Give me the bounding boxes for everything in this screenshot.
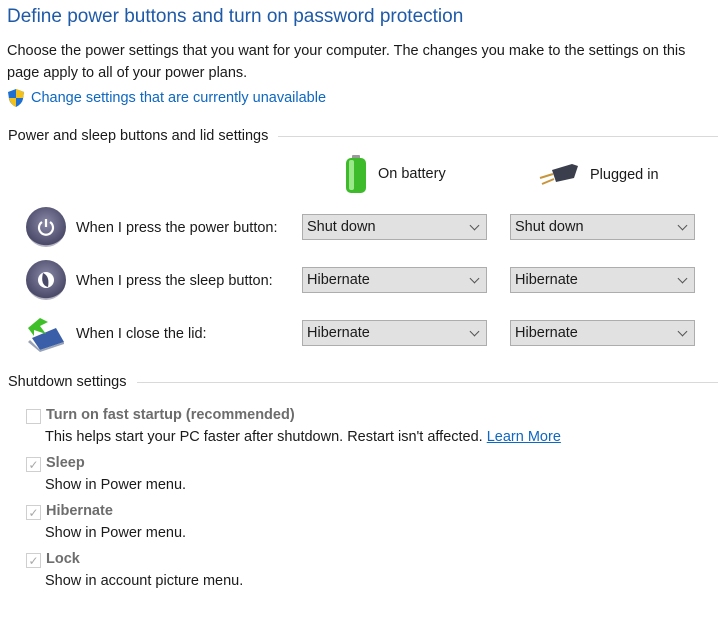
select-value: Hibernate	[515, 272, 578, 288]
close-lid-plugged-select[interactable]: Hibernate	[510, 320, 695, 346]
close-lid-label: When I close the lid:	[76, 326, 207, 342]
checkmark-icon: ✓	[28, 457, 39, 472]
page-title: Define power buttons and turn on passwor…	[7, 6, 464, 27]
select-value: Hibernate	[307, 272, 370, 288]
fast-startup-desc-row: This helps start your PC faster after sh…	[45, 429, 561, 445]
laptop-lid-icon	[28, 318, 64, 352]
divider	[136, 381, 718, 383]
sleep-button-plugged-select[interactable]: Hibernate	[510, 267, 695, 293]
chevron-down-icon	[677, 326, 688, 336]
divider	[278, 135, 718, 137]
sleep-button-battery-select[interactable]: Hibernate	[302, 267, 487, 293]
page-description: Choose the power settings that you want …	[7, 43, 686, 81]
hibernate-label: Hibernate	[46, 503, 113, 519]
power-button-label: When I press the power button:	[76, 220, 278, 236]
change-settings-link-row[interactable]: Change settings that are currently unava…	[7, 88, 326, 108]
lock-checkbox[interactable]: ✓	[26, 553, 41, 568]
sleep-button-icon	[26, 260, 66, 300]
sleep-checkbox[interactable]: ✓	[26, 457, 41, 472]
sleep-description: Show in Power menu.	[45, 477, 187, 493]
plugged-in-label: Plugged in	[590, 167, 659, 183]
on-battery-label: On battery	[378, 166, 446, 182]
chevron-down-icon	[469, 220, 480, 230]
plugged-in-header: Plugged in	[538, 162, 659, 188]
chevron-down-icon	[677, 273, 688, 283]
learn-more-link[interactable]: Learn More	[487, 429, 561, 445]
sleep-button-label: When I press the sleep button:	[76, 273, 273, 289]
shutdown-section-title: Shutdown settings	[8, 374, 127, 390]
checkmark-icon: ✓	[28, 553, 39, 568]
fast-startup-label: Turn on fast startup (recommended)	[46, 407, 295, 423]
shutdown-section-heading: Shutdown settings	[8, 374, 718, 390]
chevron-down-icon	[469, 326, 480, 336]
power-plug-icon	[539, 164, 578, 185]
lock-description: Show in account picture menu.	[45, 573, 244, 589]
uac-shield-icon	[8, 89, 24, 107]
chevron-down-icon	[677, 220, 688, 230]
select-value: Hibernate	[307, 325, 370, 341]
chevron-down-icon	[469, 273, 480, 283]
sleep-label: Sleep	[46, 455, 85, 471]
battery-icon	[346, 155, 366, 193]
close-lid-battery-select[interactable]: Hibernate	[302, 320, 487, 346]
on-battery-header: On battery	[344, 154, 446, 194]
hibernate-description: Show in Power menu.	[45, 525, 187, 541]
power-section-title: Power and sleep buttons and lid settings	[8, 128, 269, 144]
checkmark-icon: ✓	[28, 505, 39, 520]
power-button-battery-select[interactable]: Shut down	[302, 214, 487, 240]
fast-startup-checkbox[interactable]	[26, 409, 41, 424]
power-button-plugged-select[interactable]: Shut down	[510, 214, 695, 240]
select-value: Shut down	[307, 219, 376, 235]
select-value: Hibernate	[515, 325, 578, 341]
power-section-heading: Power and sleep buttons and lid settings	[8, 128, 718, 144]
lock-label: Lock	[46, 551, 80, 567]
fast-startup-description: This helps start your PC faster after sh…	[45, 429, 483, 445]
hibernate-checkbox[interactable]: ✓	[26, 505, 41, 520]
change-settings-link[interactable]: Change settings that are currently unava…	[31, 90, 326, 106]
select-value: Shut down	[515, 219, 584, 235]
power-button-icon	[26, 207, 66, 247]
